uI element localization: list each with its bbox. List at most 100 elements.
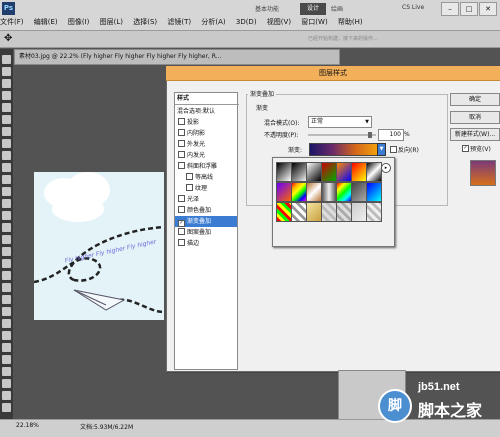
checkbox[interactable] [186,173,193,180]
tool-icon[interactable] [2,319,11,328]
opacity-input[interactable]: 100 [378,129,404,141]
workspace-basic[interactable]: 基本功能 [255,4,279,13]
tool-icon[interactable] [2,331,11,340]
maximize-icon[interactable]: □ [460,2,478,16]
ok-button[interactable]: 确定 [450,93,500,106]
gradient-dropdown-icon[interactable]: ▼ [377,143,386,156]
cancel-button[interactable]: 取消 [450,111,500,124]
tool-icon[interactable] [2,91,11,100]
gradient-preset-swatch[interactable] [351,162,367,182]
tool-icon[interactable] [2,283,11,292]
menu-analysis[interactable]: 分析(A) [201,18,225,26]
new-style-button[interactable]: 新建样式(W)... [450,128,500,141]
zoom-level[interactable]: 22.18% [16,422,39,429]
close-icon[interactable]: ✕ [479,2,497,16]
checkbox[interactable] [178,228,185,235]
menu-file[interactable]: 文件(F) [0,18,24,26]
tool-icon[interactable] [2,187,11,196]
gradient-preset-swatch[interactable] [321,162,337,182]
tool-icon[interactable] [2,139,11,148]
tool-icon[interactable] [2,343,11,352]
tool-icon[interactable] [2,379,11,388]
style-pattern-overlay[interactable]: 图案叠加 [175,227,237,238]
gradient-preset-swatch[interactable] [321,182,337,202]
tool-icon[interactable] [2,271,11,280]
style-gradient-overlay[interactable]: ✓ 渐变叠加 [175,216,237,227]
checkbox[interactable] [178,206,185,213]
checkbox[interactable] [178,195,185,202]
cs-live-button[interactable]: CS Live [402,4,424,11]
style-stroke[interactable]: 描边 [175,238,237,249]
gradient-preset-swatch[interactable] [336,202,352,222]
blend-mode-select[interactable]: 正常 ▼ [308,116,372,128]
checkbox[interactable] [178,129,185,136]
document-canvas[interactable]: Fly higher Fly higher Fly higher [34,172,164,320]
menu-help[interactable]: 帮助(H) [338,18,363,26]
menu-view[interactable]: 视图(V) [267,18,291,26]
style-inner-glow[interactable]: 内发光 [175,150,237,161]
workspace-design[interactable]: 设计 [300,3,326,15]
menu-select[interactable]: 选择(S) [133,18,157,26]
tool-icon[interactable] [2,211,11,220]
tool-icon[interactable] [2,403,11,412]
style-blending-options[interactable]: 混合选项:默认 [175,106,239,117]
gradient-preset-swatch[interactable] [366,182,382,202]
menu-3d[interactable]: 3D(D) [236,18,257,26]
gradient-preset-swatch[interactable] [321,202,337,222]
style-inner-shadow[interactable]: 内阴影 [175,128,237,139]
tool-icon[interactable] [2,235,11,244]
style-outer-glow[interactable]: 外发光 [175,139,237,150]
gradient-preset-swatch[interactable] [351,202,367,222]
tool-icon[interactable] [2,307,11,316]
opacity-slider[interactable] [308,134,376,136]
gradient-preset-swatch[interactable] [291,182,307,202]
minimize-icon[interactable]: – [441,2,459,16]
gradient-preset-swatch[interactable] [336,182,352,202]
checkbox[interactable] [186,184,193,191]
gradient-preset-swatch[interactable] [306,182,322,202]
style-drop-shadow[interactable]: 投影 [175,117,237,128]
menu-edit[interactable]: 编辑(E) [34,18,58,26]
gradient-preset-swatch[interactable] [366,202,382,222]
reverse-checkbox[interactable] [390,146,397,153]
preview-checkbox[interactable]: ✓ [462,145,469,152]
menu-layer[interactable]: 图层(L) [100,18,123,26]
gradient-preset-swatch[interactable] [306,202,322,222]
tool-icon[interactable] [2,259,11,268]
document-tab[interactable]: 素材03.jpg @ 22.2% (Fly higher Fly higher … [14,49,340,65]
menu-image[interactable]: 图像(I) [68,18,90,26]
gradient-preset-swatch[interactable] [276,182,292,202]
gradient-preset-swatch[interactable] [291,202,307,222]
gradient-preset-swatch[interactable] [291,162,307,182]
tool-icon[interactable] [2,151,11,160]
styles-header[interactable]: 样式 [175,93,239,105]
checkbox[interactable] [178,239,185,246]
style-color-overlay[interactable]: 颜色叠加 [175,205,237,216]
picker-menu-icon[interactable]: ▸ [381,163,391,173]
gradient-preset-swatch[interactable] [276,162,292,182]
tool-icon[interactable] [2,163,11,172]
style-contour[interactable]: 等高线 [175,172,245,183]
move-tool-icon[interactable]: ✥ [4,33,12,44]
gradient-swatch[interactable] [309,143,379,156]
workspace-paint[interactable]: 绘画 [331,4,343,13]
gradient-preset-swatch[interactable] [336,162,352,182]
tool-icon[interactable] [2,55,11,64]
checkbox[interactable] [178,118,185,125]
checkbox[interactable] [178,140,185,147]
tool-icon[interactable] [2,295,11,304]
tool-icon[interactable] [2,79,11,88]
gradient-preset-swatch[interactable] [306,162,322,182]
tool-icon[interactable] [2,199,11,208]
gradient-preset-swatch[interactable] [351,182,367,202]
tool-icon[interactable] [2,67,11,76]
style-texture[interactable]: 纹理 [175,183,245,194]
checkbox[interactable] [178,162,185,169]
tool-icon[interactable] [2,103,11,112]
tool-icon[interactable] [2,115,11,124]
style-satin[interactable]: 光泽 [175,194,237,205]
style-bevel-emboss[interactable]: 斜面和浮雕 [175,161,237,172]
checkbox[interactable] [178,151,185,158]
menu-window[interactable]: 窗口(W) [301,18,327,26]
tool-icon[interactable] [2,355,11,364]
